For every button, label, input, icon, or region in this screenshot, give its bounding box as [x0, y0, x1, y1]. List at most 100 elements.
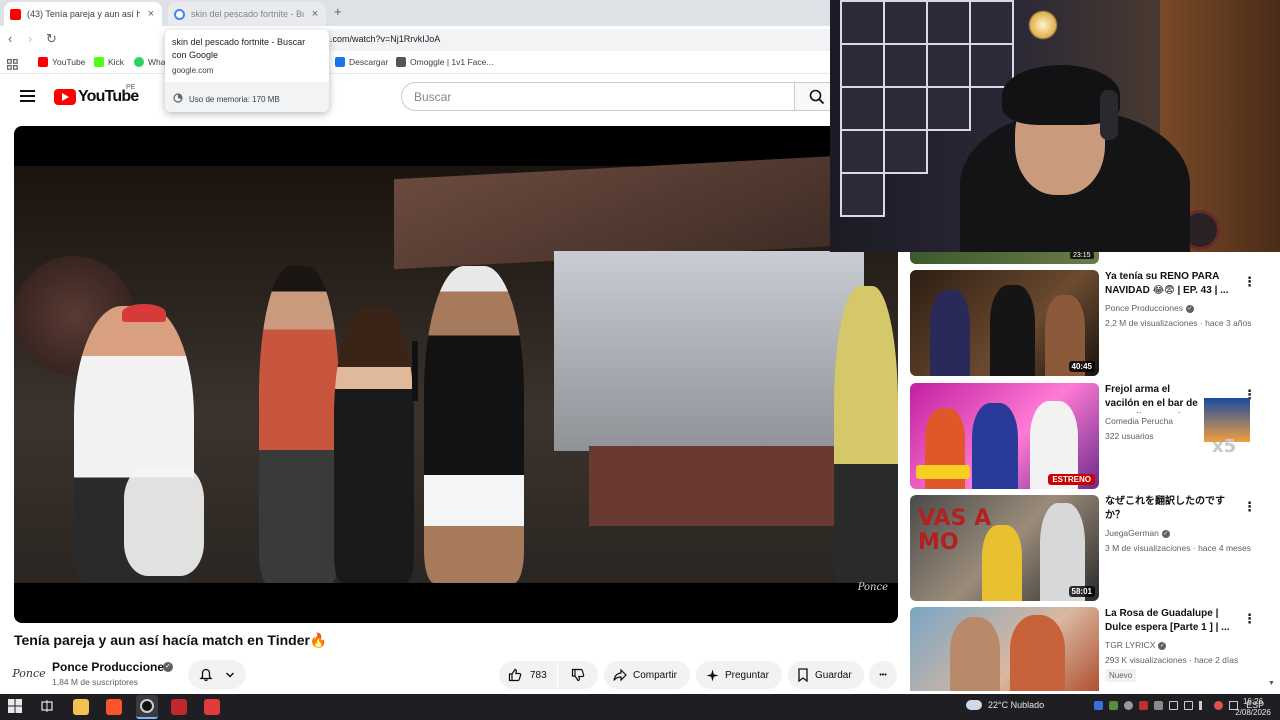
scrollbar-down-arrow-icon[interactable]: ▼: [1268, 680, 1275, 687]
ask-button[interactable]: Preguntar: [696, 661, 782, 689]
more-options-icon[interactable]: ⋮: [1243, 274, 1256, 290]
thumbnail-graffiti: VAS A MO: [918, 506, 992, 555]
file-explorer-icon[interactable]: [73, 699, 89, 715]
menu-icon[interactable]: [20, 90, 35, 102]
save-label: Guardar: [815, 669, 852, 681]
voicemeeter-icon[interactable]: [171, 699, 187, 715]
thumbnail-figure: [1010, 615, 1065, 691]
bookmark-descargar[interactable]: Descargar: [335, 57, 388, 67]
tray-app-icon[interactable]: [1154, 700, 1164, 710]
thumbnail-figure: [990, 285, 1035, 376]
premiere-badge: ESTRENO: [1048, 474, 1095, 485]
tray-app-icon[interactable]: [1214, 700, 1224, 710]
comedia-logo: [916, 465, 970, 479]
bookmark-label: Omoggle | 1v1 Face...: [410, 57, 494, 67]
streaming-app-icon[interactable]: [204, 699, 220, 715]
recommendation-item[interactable]: La Rosa de Guadalupe | Dulce espera [Par…: [910, 607, 1270, 691]
video-thumbnail[interactable]: [910, 607, 1099, 691]
bookmark-omoggle[interactable]: Omoggle | 1v1 Face...: [396, 57, 493, 67]
more-options-icon[interactable]: ⋮: [1243, 611, 1256, 627]
dislike-button[interactable]: [558, 661, 598, 689]
back-button[interactable]: ‹: [8, 31, 12, 46]
bookmark-icon: [798, 668, 808, 682]
like-button[interactable]: 783: [499, 661, 557, 689]
lamp-light: [1028, 10, 1058, 40]
microphone: [412, 341, 418, 401]
verified-badge-icon: ✓: [1185, 304, 1194, 313]
video-duration: 40:45: [1068, 361, 1095, 372]
recommendation-title[interactable]: なぜこれを翻訳したのですか？: [1105, 495, 1240, 523]
tray-app-icon[interactable]: [1139, 700, 1149, 710]
new-tab-button[interactable]: +: [334, 4, 342, 19]
clock[interactable]: 16:26 2/08/2026: [1228, 696, 1278, 718]
google-favicon-icon: [174, 8, 185, 20]
search-icon: [809, 89, 825, 105]
x5-overlay: x5: [1204, 398, 1250, 458]
clock-time: 16:26: [1242, 697, 1264, 706]
recommendation-item[interactable]: 40:45 Ya tenía su RENO PARA NAVIDAD 😂😨 |…: [910, 270, 1270, 376]
tray-app-icon[interactable]: [1094, 700, 1104, 710]
obs-taskbar-button[interactable]: [136, 695, 158, 719]
plastic-bag: [124, 466, 204, 576]
reload-button[interactable]: ↻: [46, 31, 57, 47]
apps-grid-icon[interactable]: [7, 57, 18, 70]
recommendation-title[interactable]: Ya tenía su RENO PARA NAVIDAD 😂😨 | EP. 4…: [1105, 270, 1233, 298]
recommendation-title[interactable]: La Rosa de Guadalupe | Dulce espera [Par…: [1105, 607, 1240, 635]
notification-bell-button[interactable]: [188, 660, 246, 689]
tab-title: (43) Tenía pareja y aun así hacía: [27, 9, 140, 19]
recommendation-title[interactable]: Frejol arma el vacilón en el bar de Come…: [1105, 383, 1205, 413]
hover-card-domain: google.com: [172, 66, 214, 75]
close-tab-icon[interactable]: ×: [310, 8, 320, 20]
recommendation-channel[interactable]: TGR LYRICX ✓: [1105, 640, 1167, 650]
recommendation-channel[interactable]: Ponce Producciones ✓: [1105, 303, 1194, 313]
bell-icon: [199, 668, 213, 681]
forward-button[interactable]: ›: [28, 31, 32, 46]
video-thumbnail[interactable]: ESTRENO: [910, 383, 1099, 489]
interviewer: [424, 266, 524, 583]
recommendation-channel[interactable]: JuegaGerman ✓: [1105, 528, 1170, 538]
recommendation-channel[interactable]: Comedia Perucha: [1105, 416, 1173, 426]
search-input[interactable]: Buscar: [401, 82, 795, 111]
bookmark-whatsapp[interactable]: Wha: [134, 57, 165, 67]
shelf-cell: [883, 43, 928, 88]
chevron-down-icon: [226, 672, 234, 677]
video-thumbnail[interactable]: 40:45: [910, 270, 1099, 376]
channel-avatar[interactable]: Ponce: [12, 660, 45, 686]
tray-app-icon[interactable]: [1109, 700, 1119, 710]
channel-label: TGR LYRICX: [1105, 640, 1156, 650]
tab-youtube-video[interactable]: (43) Tenía pareja y aun así hacía ×: [4, 2, 162, 26]
weather-text[interactable]: 22°C Nublado: [988, 700, 1044, 710]
more-options-icon[interactable]: ⋮: [1243, 499, 1256, 515]
channel-name[interactable]: Ponce Producciones: [52, 660, 171, 674]
save-button[interactable]: Guardar: [788, 661, 864, 689]
thumbnail-figure: [982, 525, 1022, 601]
vendor-vest: [834, 286, 898, 583]
video-player[interactable]: Ponce: [14, 126, 898, 623]
share-button[interactable]: Compartir: [604, 661, 690, 689]
close-tab-icon[interactable]: ×: [146, 8, 156, 20]
battery-icon[interactable]: [1169, 700, 1179, 710]
task-view-icon[interactable]: [40, 699, 56, 715]
tray-app-icon[interactable]: [1124, 700, 1134, 710]
young-man: [259, 266, 339, 583]
windows-start-icon[interactable]: [8, 699, 24, 715]
more-actions-button[interactable]: •••: [869, 661, 897, 689]
thumbnail-background: [910, 607, 1099, 691]
brave-browser-icon[interactable]: [106, 699, 122, 715]
video-thumbnail[interactable]: VAS A MO 58:01: [910, 495, 1099, 601]
bookmark-youtube[interactable]: YouTube: [38, 57, 85, 67]
address-bar[interactable]: .com/watch?v=Nj1RrvkIJoA: [322, 29, 842, 51]
thumbs-up-icon: [508, 668, 522, 682]
headphones: [1100, 90, 1118, 140]
volume-icon[interactable]: [1199, 700, 1208, 710]
recommendation-item[interactable]: VAS A MO 58:01 なぜこれを翻訳したのですか？ JuegaGerman…: [910, 495, 1270, 601]
verified-badge-icon: ✓: [1158, 641, 1167, 650]
network-icon[interactable]: [1184, 700, 1194, 710]
bookmark-kick[interactable]: Kick: [94, 57, 124, 67]
region-code: PE: [126, 84, 136, 91]
verified-badge-icon: ✓: [1161, 529, 1170, 538]
tab-google-search[interactable]: skin del pescado fortnite - Busca ×: [168, 2, 326, 26]
new-badge: Nuevo: [1105, 669, 1137, 682]
shelf-cell: [926, 0, 971, 45]
bookmark-label: Wha: [148, 57, 166, 67]
